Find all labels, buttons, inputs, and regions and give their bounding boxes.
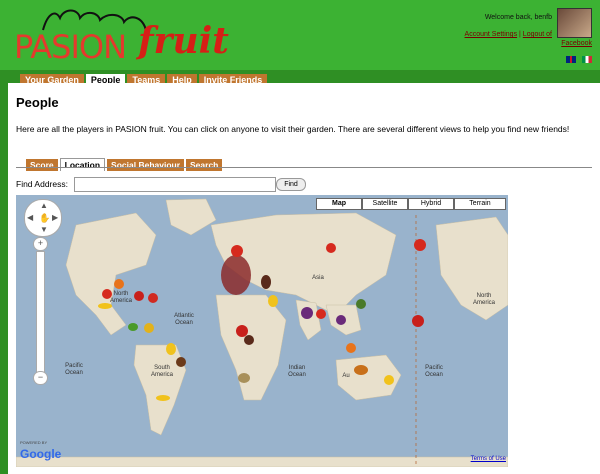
fruit-marker[interactable] (156, 395, 170, 401)
label-north-america-right: North America (472, 293, 495, 306)
main-nav: Your Garden People Teams Help Invite Friends (20, 70, 269, 86)
tab-score[interactable]: Score (26, 159, 58, 171)
main-content: People Here are all the players in PASIO… (8, 83, 600, 474)
zoom-in-button[interactable]: + (33, 237, 48, 251)
map-type-map[interactable]: Map (316, 198, 362, 210)
account-settings-link[interactable]: Account Settings (465, 31, 518, 38)
world-map[interactable]: ▲ ◀ ▶ ▼ ✋ + − Map Satellite Hybrid Terra… (16, 195, 508, 467)
pan-down-icon[interactable]: ▼ (40, 225, 48, 234)
tab-location[interactable]: Location (59, 158, 106, 171)
fruit-marker[interactable] (238, 373, 250, 383)
site-header: PASION fruit Welcome back, benfb Account… (0, 0, 600, 70)
terms-of-use-link[interactable]: Terms of Use (471, 456, 506, 462)
fruit-marker[interactable] (412, 315, 424, 327)
intro-text: Here are all the players in PASION fruit… (16, 124, 570, 134)
powered-by-text: POWERED BY (20, 440, 48, 445)
fruit-marker[interactable] (384, 375, 394, 385)
hand-icon: ✋ (39, 213, 51, 223)
fruit-marker[interactable] (336, 315, 346, 325)
fruit-marker[interactable] (414, 239, 426, 251)
tab-divider (16, 167, 592, 168)
fruit-marker[interactable] (261, 275, 271, 289)
find-address-input[interactable] (74, 177, 276, 192)
zoom-slider[interactable] (36, 251, 45, 373)
language-flags (562, 55, 592, 64)
facebook-link[interactable]: Facebook (561, 40, 592, 47)
label-atlantic-ocean: Atlantic Ocean (174, 313, 194, 326)
page-title: People (16, 95, 59, 110)
map-landmass (16, 198, 508, 467)
pan-control[interactable]: ▲ ◀ ▶ ▼ ✋ (24, 199, 62, 237)
map-type-satellite[interactable]: Satellite (362, 198, 408, 210)
fruit-marker[interactable] (166, 343, 176, 355)
fruit-marker[interactable] (231, 245, 243, 257)
fruit-marker[interactable] (346, 343, 356, 353)
fruit-marker[interactable] (356, 299, 366, 309)
fruit-marker[interactable] (354, 365, 368, 375)
fruit-marker[interactable] (326, 243, 336, 253)
fruit-marker[interactable] (148, 293, 158, 303)
label-pacific-ocean-right: Pacific Ocean (425, 365, 443, 378)
fruit-marker[interactable] (128, 323, 138, 331)
find-button[interactable]: Find (276, 178, 306, 191)
tab-search[interactable]: Search (186, 159, 223, 171)
zoom-out-button[interactable]: − (33, 371, 48, 385)
people-view-tabs: Score Location Social Behaviour Search (26, 155, 224, 171)
account-links: Account Settings | Logout of (464, 31, 552, 38)
map-type-terrain[interactable]: Terrain (454, 198, 506, 210)
label-australia: Au (342, 373, 350, 379)
logout-link[interactable]: Logout of (523, 31, 552, 38)
fruit-marker[interactable] (176, 357, 186, 367)
pan-left-icon[interactable]: ◀ (27, 213, 33, 222)
label-indian-ocean: Indian Ocean (288, 365, 306, 378)
fruit-marker[interactable] (144, 323, 154, 333)
label-south-america: South America (150, 365, 173, 378)
avatar[interactable] (557, 8, 592, 38)
pan-up-icon[interactable]: ▲ (40, 201, 48, 210)
tab-social-behaviour[interactable]: Social Behaviour (107, 159, 185, 171)
logo-word-pasion: PASION (14, 28, 127, 66)
fruit-marker[interactable] (268, 295, 278, 307)
label-pacific-ocean-left: Pacific Ocean (65, 363, 83, 376)
pasionfruit-logo[interactable]: PASION fruit (8, 6, 238, 66)
fruit-marker[interactable] (134, 291, 144, 301)
label-asia: Asia (312, 275, 324, 281)
fruit-cluster-europe[interactable] (221, 255, 251, 295)
fruit-marker[interactable] (316, 309, 326, 319)
pan-right-icon[interactable]: ▶ (52, 213, 58, 222)
italy-flag-icon[interactable] (582, 56, 592, 64)
uk-flag-icon[interactable] (565, 56, 576, 64)
fruit-marker[interactable] (244, 335, 254, 345)
logo-word-fruit: fruit (138, 20, 229, 62)
fruit-marker[interactable] (301, 307, 313, 319)
map-type-hybrid[interactable]: Hybrid (408, 198, 454, 210)
find-address-label: Find Address: (16, 179, 68, 189)
fruit-marker[interactable] (98, 303, 112, 309)
google-logo[interactable]: Google (20, 447, 61, 461)
fruit-marker[interactable] (114, 279, 124, 289)
fruit-marker[interactable] (102, 289, 112, 299)
welcome-message: Welcome back, benfb (484, 14, 552, 21)
